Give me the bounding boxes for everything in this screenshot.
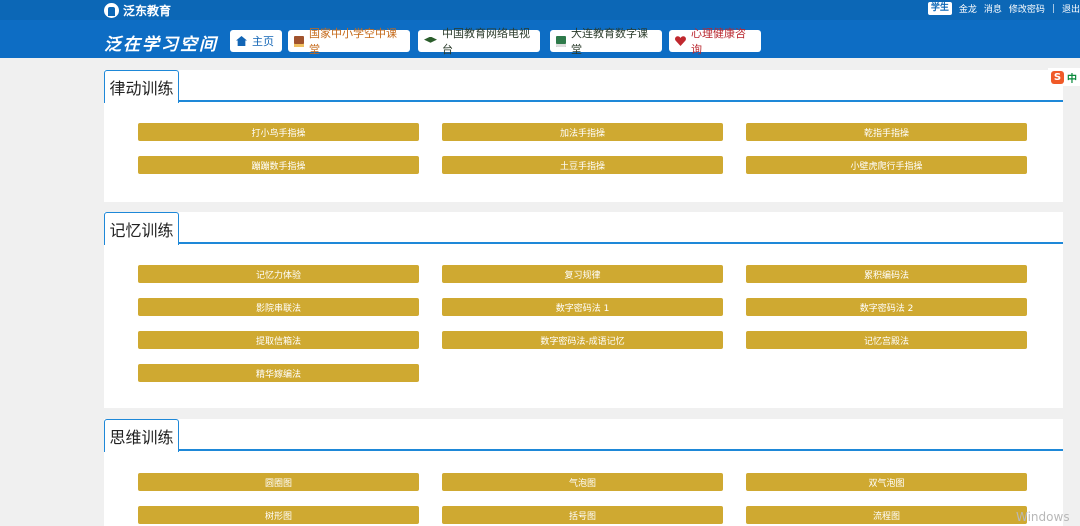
exercise-button[interactable]: 气泡图 [442,473,723,491]
brand[interactable]: 泛东教育 [104,1,171,19]
exercise-button[interactable]: 土豆手指操 [442,156,723,174]
section-header [104,419,1063,451]
section-thinking-training: 思维训练 圆圈图 气泡图 双气泡图 树形图 括号图 流程图 [104,419,1063,526]
section-rhythm-training: 律动训练 打小鸟手指操 加法手指操 乾指手指操 蹦蹦数手指操 土豆手指操 小壁虎… [104,70,1063,202]
exercise-button[interactable]: 影院串联法 [138,298,419,316]
site-title: 泛在学习空间 [104,35,218,55]
os-watermark: Windows [1016,510,1070,524]
nav-home-label: 主页 [252,35,274,48]
messages-link[interactable]: 消息 [984,2,1002,15]
exercise-button[interactable]: 精华嫁编法 [138,364,419,382]
brand-logo-icon [104,2,119,18]
role-badge: 学生 [927,2,952,15]
nav-home-button[interactable]: 主页 [230,30,282,52]
section-title[interactable]: 思维训练 [104,419,179,452]
section-header [104,212,1063,244]
nav-national-classroom-button[interactable]: 国家中小学空中课堂 [288,27,410,56]
graduation-cap-icon [424,36,437,43]
user-name-link[interactable]: 金龙 [959,2,977,15]
section-title[interactable]: 律动训练 [104,70,179,103]
exercise-button[interactable]: 记忆力体验 [138,265,419,283]
nav-mental-health-button[interactable]: 心理健康咨询 [669,27,761,56]
exercise-button[interactable]: 记忆宫殿法 [746,331,1027,349]
exercise-button[interactable]: 流程图 [746,506,1027,524]
section-header [104,70,1063,102]
top-bar: 泛东教育 学生 金龙 消息 修改密码 | 退出 [0,0,1080,20]
exercise-button[interactable]: 打小鸟手指操 [138,123,419,141]
nav-mental-health-label: 心理健康咨询 [691,27,746,56]
exercise-button[interactable]: 数字密码法 1 [442,298,723,316]
main-nav: 泛在学习空间 主页 国家中小学空中课堂 中国教育网络电视台 大连教育数字课堂 心… [0,20,1080,58]
exercise-button[interactable]: 复习规律 [442,265,723,283]
nav-dalian-digital-classroom-label: 大连教育数字课堂 [571,27,648,56]
exercise-button[interactable]: 树形图 [138,506,419,524]
ime-mode-label: 中 [1067,73,1077,85]
exercise-button[interactable]: 小壁虎爬行手指操 [746,156,1027,174]
ime-indicator[interactable]: S 中 [1048,68,1080,86]
separator: | [1051,3,1055,14]
exercise-button[interactable]: 圆圈图 [138,473,419,491]
heart-icon [675,36,686,46]
sogou-ime-icon: S [1051,70,1064,84]
nav-china-edu-tv-label: 中国教育网络电视台 [442,27,530,56]
exercise-button[interactable]: 加法手指操 [442,123,723,141]
user-area: 学生 金龙 消息 修改密码 | 退出 [927,2,1080,15]
section-memory-training: 记忆训练 记忆力体验 复习规律 累积编码法 影院串联法 数字密码法 1 数字密码… [104,212,1063,408]
exercise-button[interactable]: 乾指手指操 [746,123,1027,141]
exercise-button[interactable]: 数字密码法 2 [746,298,1027,316]
brand-name: 泛东教育 [123,3,172,18]
exercise-button[interactable]: 数字密码法-成语记忆 [442,331,723,349]
exercise-button[interactable]: 蹦蹦数手指操 [138,156,419,174]
nav-china-edu-tv-button[interactable]: 中国教育网络电视台 [418,27,540,56]
book-icon [294,35,304,47]
nav-dalian-digital-classroom-button[interactable]: 大连教育数字课堂 [550,27,662,56]
exercise-button[interactable]: 累积编码法 [746,265,1027,283]
book-icon [556,35,566,47]
exercise-button[interactable]: 提取信箱法 [138,331,419,349]
nav-national-classroom-label: 国家中小学空中课堂 [309,27,397,56]
home-icon [236,36,247,46]
exercise-button[interactable]: 括号图 [442,506,723,524]
section-title[interactable]: 记忆训练 [104,212,179,245]
exercise-button[interactable]: 双气泡图 [746,473,1027,491]
change-password-link[interactable]: 修改密码 [1009,2,1045,15]
logout-link[interactable]: 退出 [1062,2,1080,15]
